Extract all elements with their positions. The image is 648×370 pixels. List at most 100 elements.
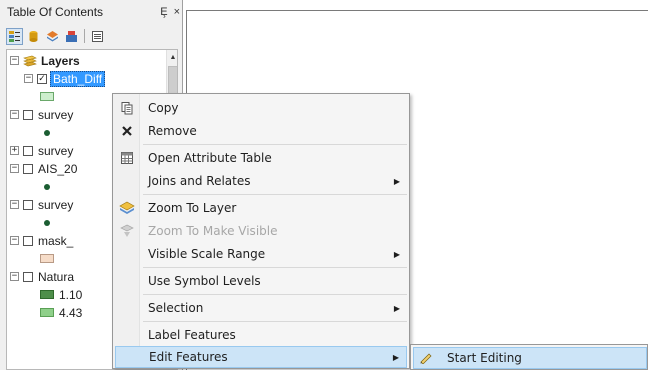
attribute-table-icon bbox=[115, 151, 139, 165]
menu-item-label: Visible Scale Range bbox=[148, 247, 266, 261]
copy-icon bbox=[115, 101, 139, 115]
polygon-symbol-swatch[interactable] bbox=[40, 92, 54, 101]
menu-separator bbox=[143, 294, 407, 295]
layer-context-menu: Copy Remove Open Attribute Table Joins a… bbox=[112, 93, 410, 369]
menu-item-label: Use Symbol Levels bbox=[148, 274, 261, 288]
menu-item-joins-and-relates[interactable]: Joins and Relates ▶ bbox=[115, 170, 407, 192]
remove-icon bbox=[115, 125, 139, 137]
menu-item-open-attribute-table[interactable]: Open Attribute Table bbox=[115, 147, 407, 169]
menu-item-label: Start Editing bbox=[447, 351, 522, 365]
layer-visibility-checkbox[interactable] bbox=[23, 109, 33, 120]
layer-visibility-checkbox[interactable] bbox=[23, 145, 33, 156]
layer-visibility-checkbox[interactable] bbox=[23, 199, 33, 210]
layer-visibility-checkbox[interactable]: ✓ bbox=[37, 73, 47, 84]
polygon-symbol-swatch[interactable] bbox=[40, 254, 54, 263]
menu-separator bbox=[143, 267, 407, 268]
legend-symbol-row bbox=[44, 124, 50, 141]
zoom-to-layer-icon bbox=[115, 201, 139, 215]
legend-class-label: 4.43 bbox=[59, 305, 83, 320]
collapse-toggle[interactable]: − bbox=[10, 164, 19, 173]
layer-visibility-checkbox[interactable] bbox=[23, 163, 33, 174]
submenu-arrow-icon: ▶ bbox=[392, 352, 399, 362]
menu-item-label: Zoom To Layer bbox=[148, 201, 237, 215]
collapse-toggle[interactable]: − bbox=[10, 200, 19, 209]
list-by-visibility-icon[interactable] bbox=[44, 28, 61, 45]
layer-name[interactable]: AIS_20 bbox=[36, 162, 79, 176]
toc-title: Table Of Contents bbox=[7, 5, 104, 19]
legend-symbol-row bbox=[44, 178, 50, 195]
edit-features-submenu: Start Editing bbox=[410, 344, 648, 370]
options-icon[interactable] bbox=[89, 28, 106, 45]
menu-item-label-features[interactable]: Label Features bbox=[115, 324, 407, 346]
layer-row-natura[interactable]: − Natura bbox=[10, 268, 76, 285]
scroll-up-arrow-icon[interactable]: ▲ bbox=[167, 50, 177, 64]
list-by-selection-icon[interactable] bbox=[63, 28, 80, 45]
layer-name[interactable]: Bath_Diff bbox=[50, 70, 106, 87]
menu-item-zoom-to-make-visible[interactable]: Zoom To Make Visible bbox=[115, 220, 407, 242]
close-icon[interactable]: × bbox=[171, 6, 183, 18]
legend-swatch-row bbox=[40, 88, 59, 105]
submenu-arrow-icon: ▶ bbox=[393, 303, 400, 313]
menu-item-label: Open Attribute Table bbox=[148, 151, 272, 165]
menu-item-label: Edit Features bbox=[149, 350, 228, 364]
point-symbol[interactable] bbox=[44, 183, 50, 190]
layer-name[interactable]: survey bbox=[36, 144, 75, 158]
menu-item-start-editing[interactable]: Start Editing bbox=[413, 347, 647, 369]
pencil-icon bbox=[414, 352, 438, 364]
layer-row-bath-diff[interactable]: − ✓ Bath_Diff bbox=[24, 70, 106, 87]
menu-item-remove[interactable]: Remove bbox=[115, 120, 407, 142]
layers-group-row[interactable]: − Layers bbox=[10, 52, 80, 69]
collapse-toggle[interactable]: − bbox=[10, 236, 19, 245]
toc-toolbar bbox=[6, 26, 106, 46]
layer-name[interactable]: survey bbox=[36, 108, 75, 122]
list-by-source-icon[interactable] bbox=[25, 28, 42, 45]
layer-name[interactable]: mask_ bbox=[36, 234, 75, 248]
point-symbol[interactable] bbox=[44, 129, 50, 136]
legend-swatch-row bbox=[40, 250, 59, 267]
expand-toggle[interactable]: + bbox=[10, 146, 19, 155]
menu-item-copy[interactable]: Copy bbox=[115, 97, 407, 119]
menu-separator bbox=[143, 321, 407, 322]
menu-item-label: Copy bbox=[148, 101, 179, 115]
legend-class-row: 4.43 bbox=[40, 304, 82, 321]
layer-name[interactable]: Natura bbox=[36, 270, 76, 284]
toc-header: Table Of Contents Ȩ × bbox=[0, 0, 183, 24]
menu-item-visible-scale-range[interactable]: Visible Scale Range ▶ bbox=[115, 243, 407, 265]
menu-item-label: Zoom To Make Visible bbox=[148, 224, 278, 238]
collapse-toggle[interactable]: − bbox=[10, 56, 19, 65]
layer-row-mask[interactable]: − mask_ bbox=[10, 232, 75, 249]
submenu-arrow-icon: ▶ bbox=[393, 176, 400, 186]
menu-separator bbox=[143, 144, 407, 145]
submenu-arrow-icon: ▶ bbox=[393, 249, 400, 259]
menu-item-edit-features[interactable]: Edit Features ▶ bbox=[115, 346, 407, 368]
legend-class-row: 1.10 bbox=[40, 286, 82, 303]
menu-item-selection[interactable]: Selection ▶ bbox=[115, 297, 407, 319]
list-by-drawing-order-icon[interactable] bbox=[6, 27, 23, 45]
menu-item-label: Label Features bbox=[148, 328, 236, 342]
menu-separator bbox=[143, 194, 407, 195]
point-symbol[interactable] bbox=[44, 219, 50, 226]
layer-visibility-checkbox[interactable] bbox=[23, 271, 33, 282]
toolbar-separator bbox=[84, 29, 85, 43]
collapse-toggle[interactable]: − bbox=[10, 110, 19, 119]
legend-class-label: 1.10 bbox=[59, 287, 83, 302]
layers-label: Layers bbox=[41, 53, 80, 68]
menu-item-zoom-to-layer[interactable]: Zoom To Layer bbox=[115, 197, 407, 219]
pin-icon[interactable]: Ȩ bbox=[157, 6, 170, 18]
layer-row-survey[interactable]: + survey bbox=[10, 142, 75, 159]
legend-symbol-row bbox=[44, 214, 50, 231]
layer-row-survey[interactable]: − survey bbox=[10, 196, 75, 213]
layer-row-ais[interactable]: − AIS_20 bbox=[10, 160, 79, 177]
raster-class-swatch[interactable] bbox=[40, 308, 54, 317]
layer-visibility-checkbox[interactable] bbox=[23, 235, 33, 246]
layer-name[interactable]: survey bbox=[36, 198, 75, 212]
menu-item-use-symbol-levels[interactable]: Use Symbol Levels bbox=[115, 270, 407, 292]
menu-item-label: Selection bbox=[148, 301, 204, 315]
raster-class-swatch[interactable] bbox=[40, 290, 54, 299]
layers-icon bbox=[23, 55, 37, 67]
collapse-toggle[interactable]: − bbox=[24, 74, 33, 83]
layer-row-survey[interactable]: − survey bbox=[10, 106, 75, 123]
menu-item-label: Joins and Relates bbox=[148, 174, 251, 188]
collapse-toggle[interactable]: − bbox=[10, 272, 19, 281]
menu-item-label: Remove bbox=[148, 124, 197, 138]
